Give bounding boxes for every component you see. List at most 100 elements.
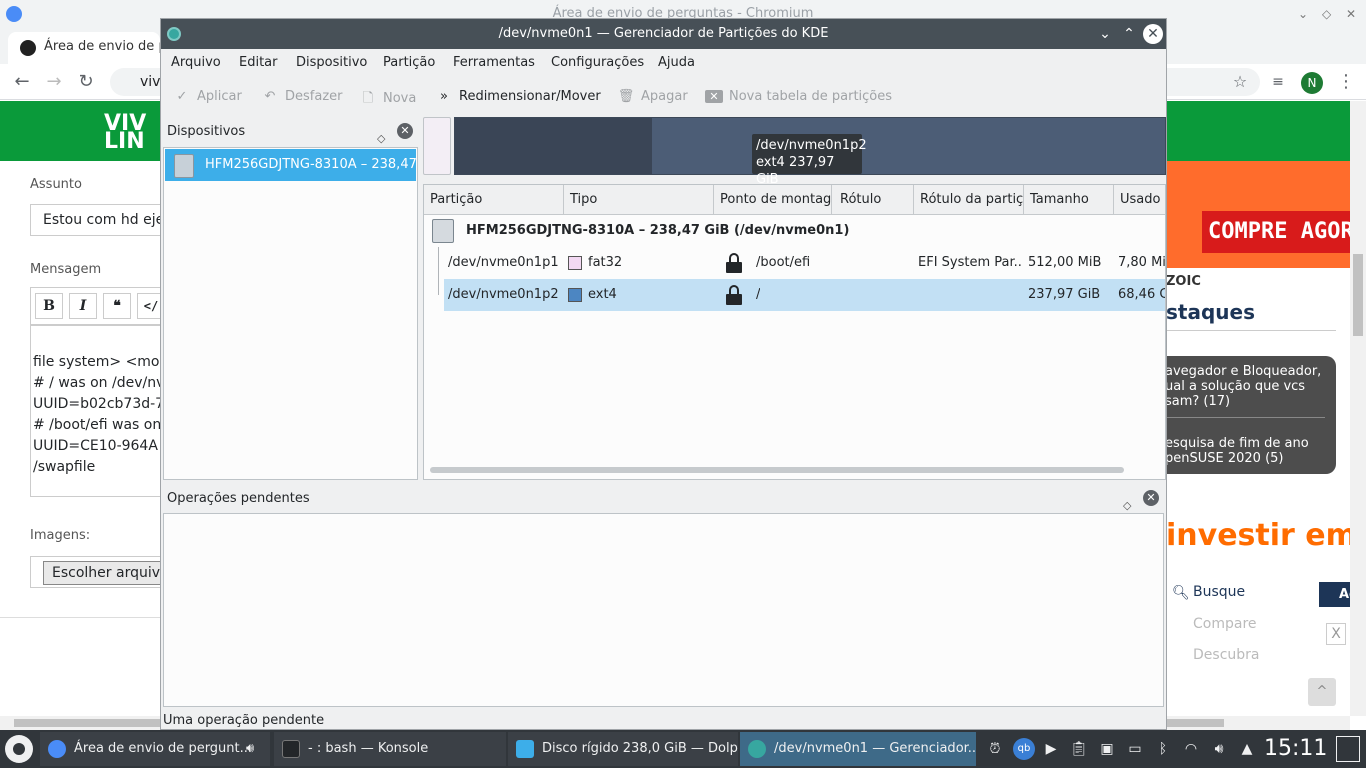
trash-icon: 🗑︎: [617, 89, 635, 104]
menu-arquivo[interactable]: Arquivo: [171, 55, 221, 70]
window-titlebar[interactable]: /dev/nvme0n1 — Gerenciador de Partições …: [161, 19, 1166, 49]
editor-line: UUID=CE10-964A /: [33, 438, 168, 454]
partition-name: /dev/nvme0n1p1: [448, 255, 559, 270]
partition-part-label: EFI System Par...: [918, 255, 1022, 270]
column-header[interactable]: Partição: [424, 185, 564, 215]
application-launcher-icon[interactable]: [5, 735, 33, 763]
maximize-icon[interactable]: ⌃: [1117, 19, 1141, 49]
show-desktop-button[interactable]: [1336, 736, 1360, 762]
destaque-link[interactable]: avegador e Bloqueador, ual a solução que…: [1165, 364, 1330, 409]
vertical-scrollbar[interactable]: [1350, 101, 1366, 716]
table-row[interactable]: /dev/nvme0n1p1 fat32 /boot/efi EFI Syste…: [424, 247, 1165, 279]
profile-avatar[interactable]: N: [1301, 72, 1323, 94]
qbittorrent-icon[interactable]: qb: [1013, 738, 1035, 760]
site-logo[interactable]: VIV LIN: [104, 113, 146, 153]
browser-tab-label: Área de envio de pe: [44, 39, 160, 54]
resize-arrows-icon: »: [440, 89, 448, 104]
scrollbar-thumb[interactable]: [1353, 254, 1363, 336]
bookmark-star-icon[interactable]: ☆: [1228, 70, 1252, 94]
chrome-menu-icon[interactable]: ⋮: [1334, 70, 1358, 94]
reload-icon[interactable]: ↻: [74, 70, 98, 94]
pending-operations-header: Operações pendentes ◇ ✕: [163, 485, 1166, 513]
delete-button[interactable]: 🗑︎ Apagar: [617, 89, 688, 104]
device-item[interactable]: HFM256GDJTNG-8310A – 238,47...: [165, 149, 416, 181]
destaque-link[interactable]: esquisa de fim de ano penSUSE 2020 (5): [1165, 436, 1330, 466]
mensagem-label: Mensagem: [30, 262, 102, 277]
tray-expand-icon[interactable]: ▲: [1238, 740, 1256, 758]
devices-list: HFM256GDJTNG-8310A – 238,47...: [163, 147, 418, 480]
task-dolphin[interactable]: Disco rígido 238,0 GiB — Dolp...: [508, 732, 738, 766]
table-row-selected[interactable]: /dev/nvme0n1p2 ext4 / 237,97 GiB 68,46 G…: [444, 279, 1165, 311]
folder-icon: [516, 740, 534, 758]
alarm-icon[interactable]: ⏰︎: [986, 740, 1004, 758]
task-konsole[interactable]: - : bash — Konsole: [274, 732, 506, 766]
minimize-icon[interactable]: ⌄: [1298, 0, 1308, 28]
table-row-disk[interactable]: HFM256GDJTNG-8310A – 238,47 GiB (/dev/nv…: [424, 215, 1165, 247]
column-header[interactable]: Usado: [1114, 185, 1165, 215]
quote-button[interactable]: ❝: [103, 293, 131, 319]
scroll-top-button[interactable]: ^: [1308, 678, 1336, 706]
message-editor[interactable]: file system> <mount # / was on /dev/nvme…: [30, 325, 170, 497]
delete-label: Apagar: [641, 89, 688, 104]
new-partition-table-button[interactable]: ✕ Nova tabela de partições: [705, 89, 892, 104]
disk-label: HFM256GDJTNG-8310A – 238,47 GiB (/dev/nv…: [466, 223, 850, 238]
bluetooth-icon[interactable]: ᛒ: [1154, 740, 1172, 758]
column-header[interactable]: Ponto de montagem: [714, 185, 832, 215]
ad-banner[interactable]: COMPRE AGORA: [1166, 161, 1350, 268]
menu-ajuda[interactable]: Ajuda: [658, 55, 695, 70]
ad-close-button[interactable]: X: [1326, 623, 1346, 645]
menu-configuracoes[interactable]: Configurações: [551, 55, 644, 70]
column-header[interactable]: Tipo: [564, 185, 714, 215]
assunto-input[interactable]: Estou com hd ejeta: [30, 204, 170, 236]
undo-icon: ↶: [264, 89, 276, 104]
close-panel-icon[interactable]: ✕: [1143, 490, 1159, 506]
compare-link[interactable]: Compare: [1193, 616, 1257, 632]
battery-icon[interactable]: ▭: [1126, 740, 1144, 758]
table-horizontal-scrollbar[interactable]: [430, 467, 1124, 473]
task-partition-manager[interactable]: /dev/nvme0n1 — Gerenciador...: [740, 732, 976, 766]
minimize-icon[interactable]: ⌄: [1093, 19, 1117, 49]
resize-move-button[interactable]: » Redimensionar/Mover: [435, 89, 601, 104]
wifi-icon[interactable]: ◠: [1182, 740, 1200, 758]
clock[interactable]: 15:11: [1264, 734, 1327, 764]
close-icon[interactable]: ✕: [1346, 0, 1356, 28]
new-label: Nova: [383, 91, 417, 106]
column-header[interactable]: Rótulo: [834, 185, 914, 215]
menu-ferramentas[interactable]: Ferramentas: [453, 55, 535, 70]
devices-panel: Dispositivos ◇ ✕ HFM256GDJTNG-8310A – 23…: [163, 118, 418, 480]
media-list-icon[interactable]: ≡: [1266, 70, 1290, 94]
clipboard-icon[interactable]: 📋︎: [1070, 740, 1088, 758]
column-header[interactable]: Tamanho: [1024, 185, 1114, 215]
volume-icon[interactable]: 🔊︎: [1210, 740, 1228, 758]
back-icon[interactable]: ←: [10, 70, 34, 94]
column-header[interactable]: Rótulo da partição: [914, 185, 1024, 215]
tux-icon: [20, 40, 36, 56]
chromium-icon: [48, 740, 66, 758]
browser-tab[interactable]: Área de envio de pe: [8, 32, 160, 64]
screenshot-icon[interactable]: ▣: [1098, 740, 1116, 758]
forward-icon[interactable]: →: [42, 70, 66, 94]
maximize-icon[interactable]: ◇: [1322, 0, 1331, 28]
italic-button[interactable]: I: [69, 293, 97, 319]
new-partition-button[interactable]: 🗋︎ Nova: [359, 89, 417, 111]
partitionmanager-icon: [748, 740, 766, 758]
undo-button[interactable]: ↶ Desfazer: [261, 89, 343, 104]
menu-dispositivo[interactable]: Dispositivo: [296, 55, 367, 70]
menu-particao[interactable]: Partição: [383, 55, 435, 70]
search-icon: 🔍︎: [1172, 585, 1190, 601]
media-play-icon[interactable]: ▶: [1042, 740, 1060, 758]
hard-disk-icon: [174, 154, 194, 178]
ad-investir-text: investir em c: [1166, 518, 1366, 553]
busque-link[interactable]: Busque: [1193, 584, 1245, 600]
choose-files-button[interactable]: Escolher arquivos: [43, 561, 173, 585]
apply-button[interactable]: ✓ Aplicar: [173, 89, 242, 104]
undo-label: Desfazer: [285, 89, 343, 104]
task-chromium[interactable]: Área de envio de pergunt... 🔊︎: [40, 732, 270, 766]
menu-editar[interactable]: Editar: [239, 55, 278, 70]
close-icon[interactable]: ✕: [1143, 24, 1163, 44]
bold-button[interactable]: B: [35, 293, 63, 319]
graph-partition-p1[interactable]: [423, 117, 451, 175]
terminal-icon: [282, 740, 300, 758]
close-panel-icon[interactable]: ✕: [397, 123, 413, 139]
descubra-link[interactable]: Descubra: [1193, 647, 1259, 663]
